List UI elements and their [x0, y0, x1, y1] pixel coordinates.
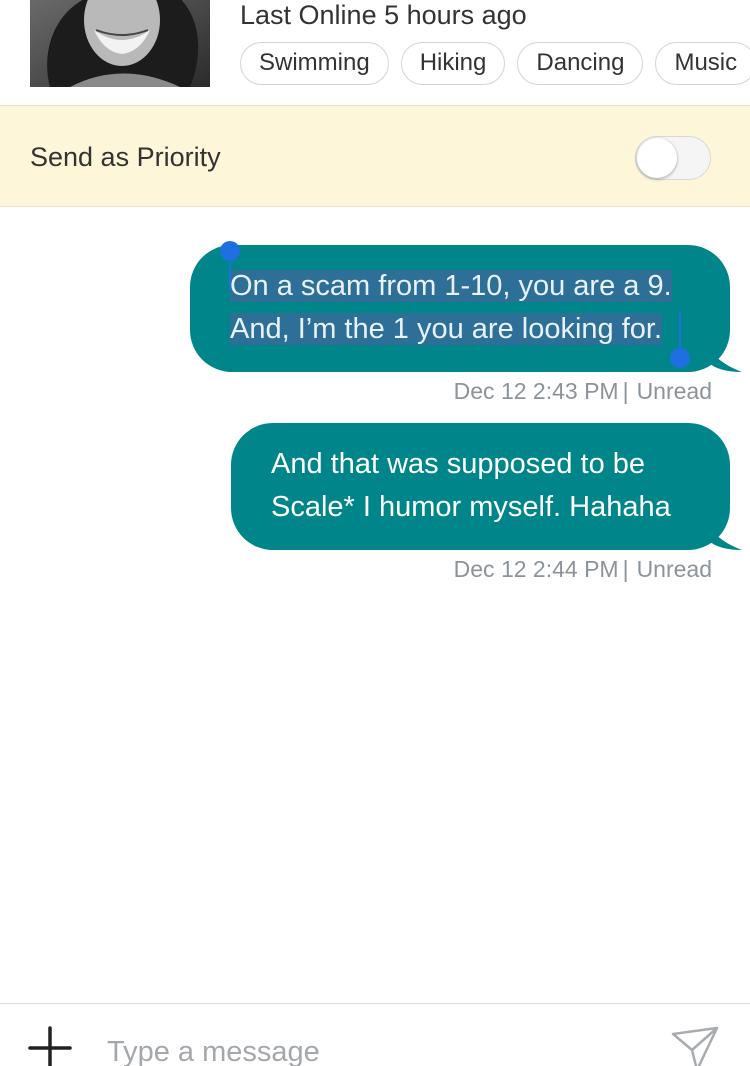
- interest-tag-dancing[interactable]: Dancing: [517, 42, 644, 85]
- message-text-line-1: And that was supposed to be: [271, 448, 646, 480]
- message-text-line-2: Scale* I humor myself. Hahaha: [271, 491, 671, 523]
- message-composer: [0, 1003, 750, 1066]
- message-bubble-1[interactable]: On a scam from 1-10, you are a 9. And, I…: [190, 241, 742, 372]
- interest-tag-hiking[interactable]: Hiking: [400, 42, 506, 85]
- message-meta-2: Dec 12 2:44 PM | Unread: [453, 556, 712, 582]
- plus-icon[interactable]: [28, 1026, 72, 1066]
- interest-tag-music[interactable]: Music: [655, 42, 750, 85]
- interest-tag-swimming[interactable]: Swimming: [240, 42, 389, 85]
- message-status-1: Unread: [636, 378, 712, 404]
- message-text-1[interactable]: On a scam from 1-10, you are a 9. And, I…: [190, 245, 742, 372]
- message-meta-1: Dec 12 2:43 PM | Unread: [453, 378, 712, 404]
- selection-end-handle[interactable]: [670, 348, 690, 368]
- selected-text-line-2: And, I’m the 1 you are looking for.: [230, 313, 663, 345]
- message-bubble-2[interactable]: And that was supposed to be Scale* I hum…: [231, 423, 742, 550]
- profile-header: Last Online 5 hours ago Swimming Hiking …: [0, 0, 750, 105]
- last-online-status: Last Online 5 hours ago: [240, 0, 527, 30]
- selected-text-line-1: On a scam from 1-10, you are a 9.: [230, 270, 672, 302]
- bubble-tail-icon: [708, 526, 742, 550]
- interest-tags: Swimming Hiking Dancing Music: [240, 42, 750, 85]
- priority-toggle[interactable]: [635, 136, 711, 180]
- bubble-tail-icon: [708, 348, 742, 372]
- toggle-knob: [637, 138, 677, 178]
- priority-label: Send as Priority: [30, 142, 221, 172]
- message-timestamp-1: Dec 12 2:43 PM: [453, 378, 619, 404]
- message-status-2: Unread: [636, 556, 712, 582]
- message-timestamp-2: Dec 12 2:44 PM: [453, 556, 619, 582]
- chat-screen: Last Online 5 hours ago Swimming Hiking …: [0, 0, 750, 1066]
- message-input[interactable]: [107, 1032, 627, 1066]
- send-icon[interactable]: [670, 1026, 720, 1066]
- selection-start-handle[interactable]: [220, 241, 240, 261]
- message-text-2[interactable]: And that was supposed to be Scale* I hum…: [231, 423, 742, 550]
- priority-bar: Send as Priority: [0, 105, 750, 207]
- avatar[interactable]: [30, 0, 210, 87]
